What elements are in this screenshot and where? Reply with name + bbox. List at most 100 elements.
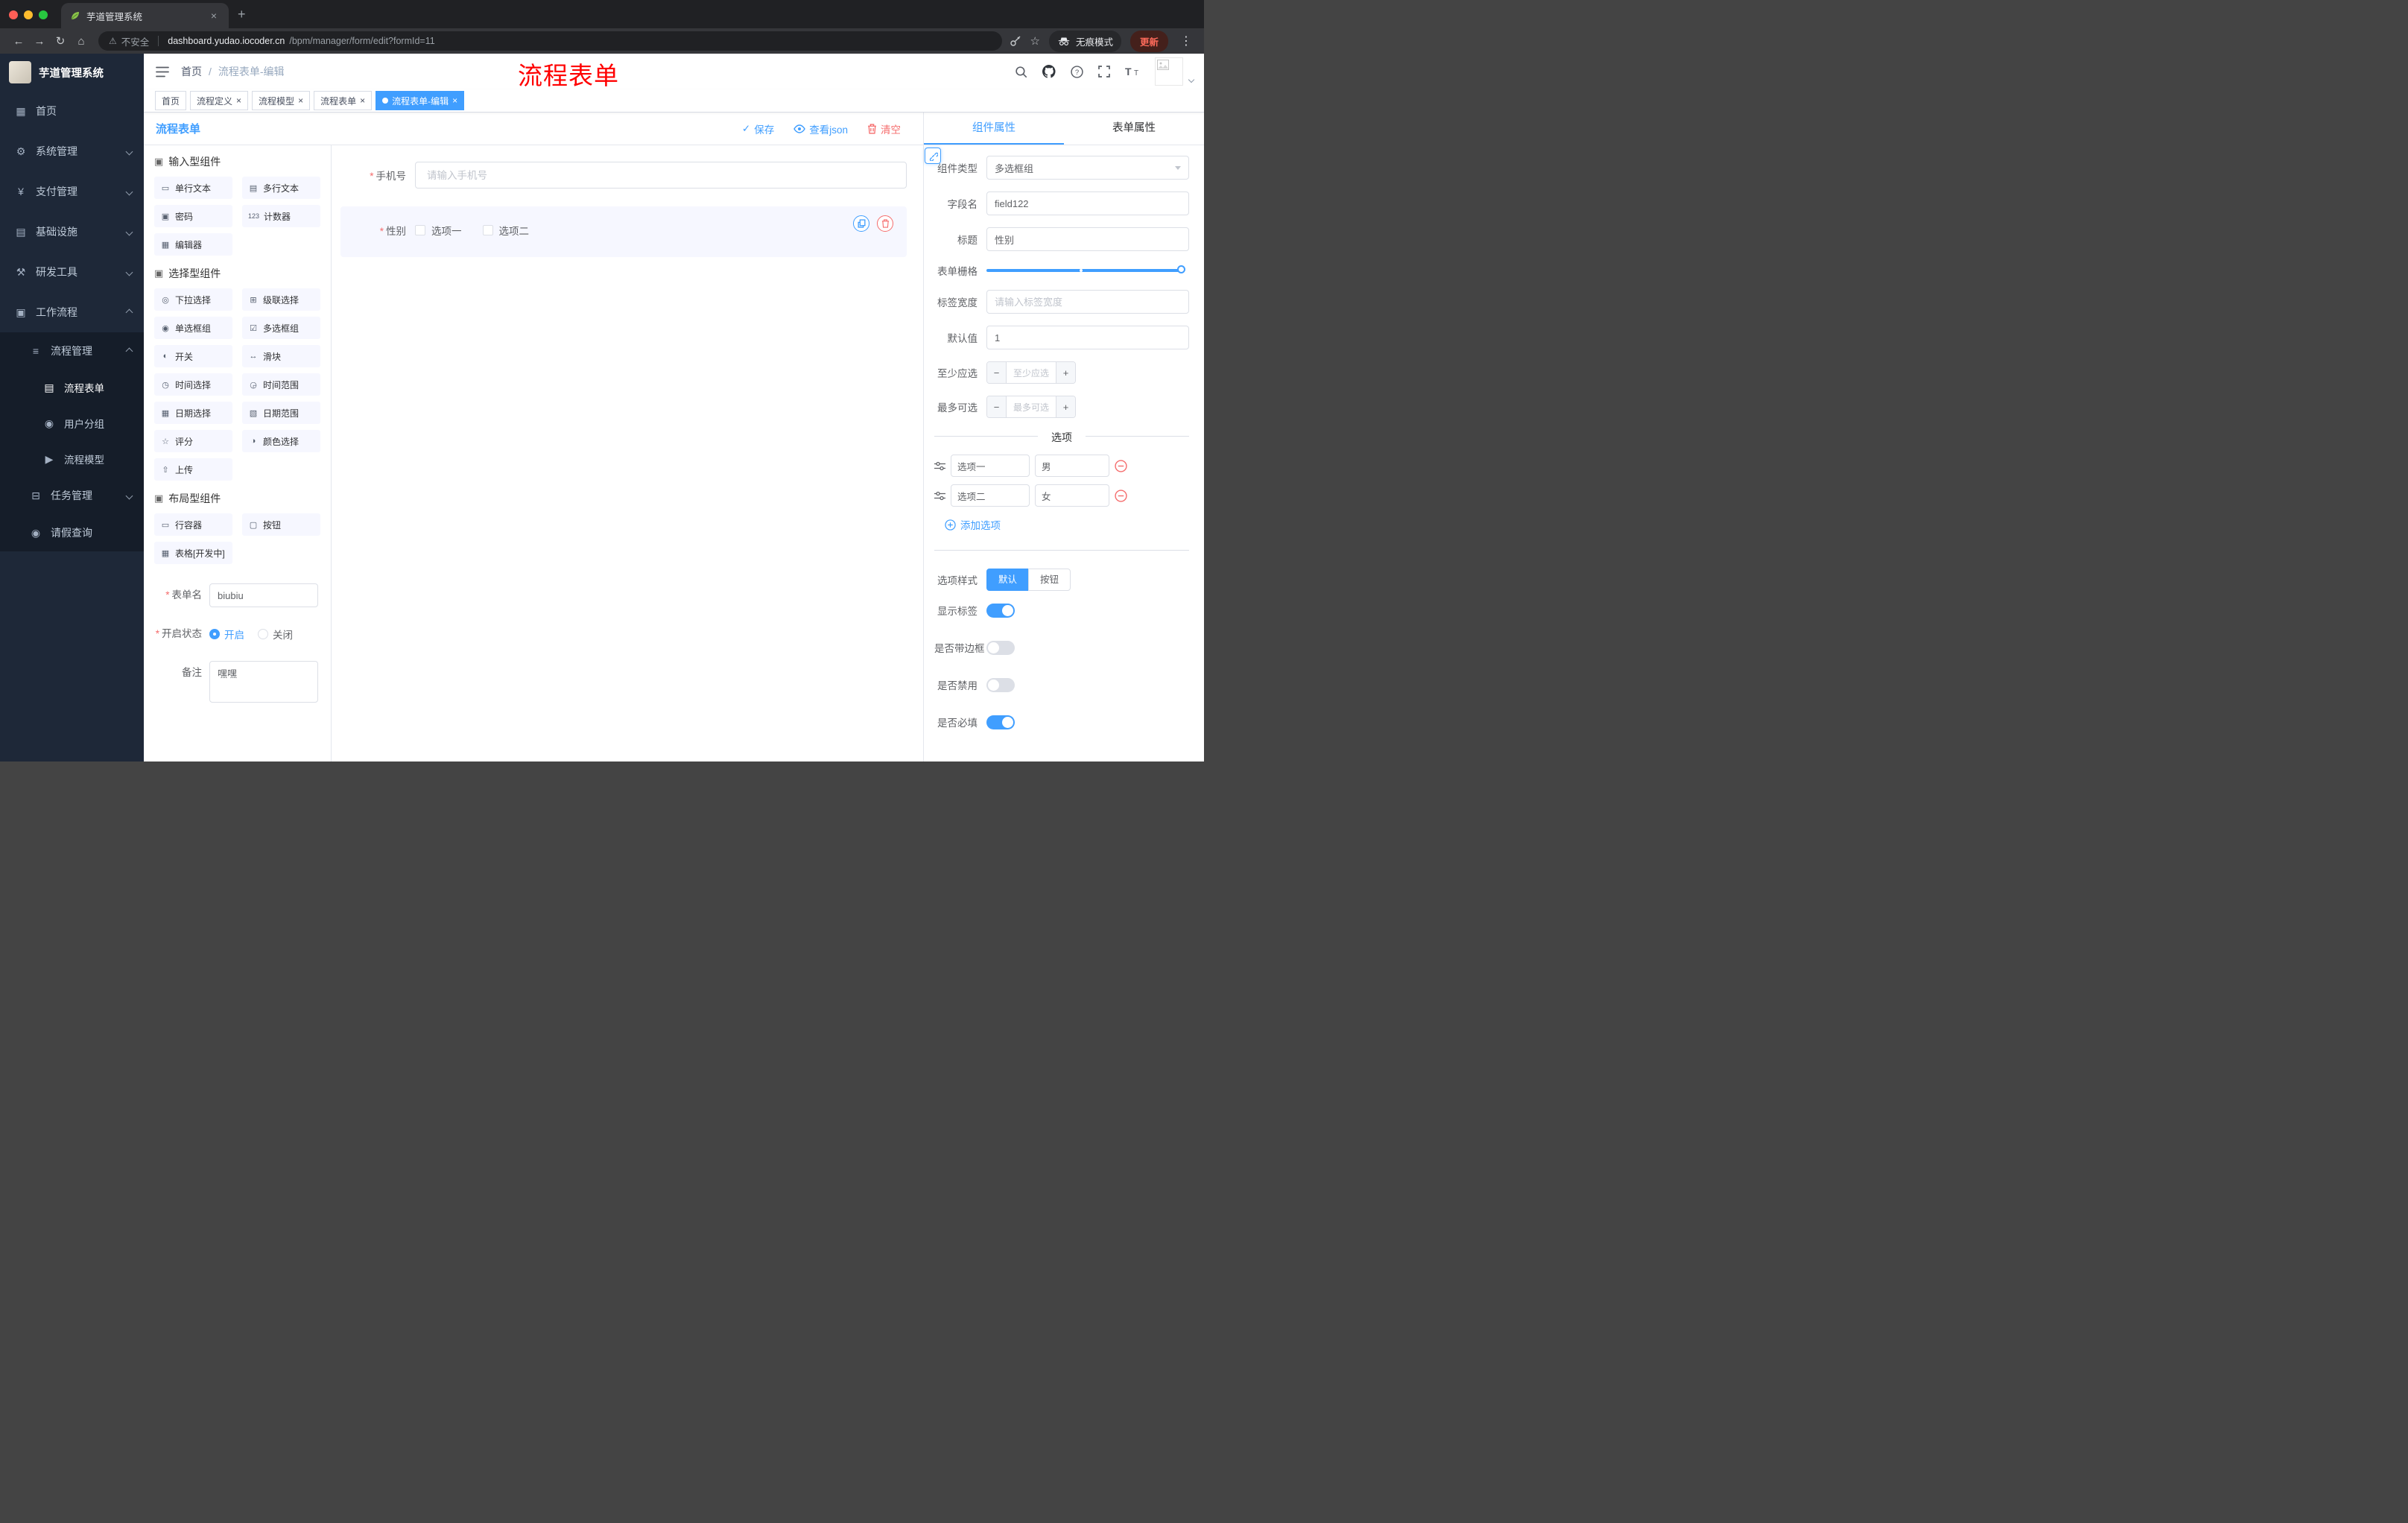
palette-item-time-picker[interactable]: ◷ 时间选择 (154, 373, 232, 396)
palette-item-color-picker[interactable]: ◑ 颜色选择 (242, 430, 320, 452)
palette-item-single-text[interactable]: ▭ 单行文本 (154, 177, 232, 199)
palette-item-textarea[interactable]: ▤ 多行文本 (242, 177, 320, 199)
slider-handle[interactable] (1177, 265, 1185, 273)
view-json-button[interactable]: 查看json (793, 121, 848, 136)
option-label-input[interactable] (951, 455, 1030, 477)
palette-item-cascader[interactable]: ⊞ 级联选择 (242, 288, 320, 311)
palette-item-password[interactable]: ▣ 密码 (154, 205, 232, 227)
sidebar-item-task-manage[interactable]: ⊟ 任务管理 (0, 477, 144, 514)
palette-item-counter[interactable]: 123 计数器 (242, 205, 320, 227)
tag-process-definition[interactable]: 流程定义 × (190, 91, 249, 110)
sidebar-item-system[interactable]: ⚙ 系统管理 (0, 131, 144, 171)
plus-icon[interactable]: + (1056, 362, 1075, 383)
min-select-value[interactable]: 至少应选 (1007, 362, 1056, 383)
delete-widget-button[interactable] (877, 215, 893, 232)
sidebar-item-home[interactable]: ▦ 首页 (0, 91, 144, 131)
minimize-window-button[interactable] (24, 10, 33, 19)
option-value-input[interactable] (1035, 484, 1109, 507)
bookmark-star-icon[interactable]: ☆ (1030, 34, 1040, 48)
search-icon[interactable] (1015, 66, 1027, 78)
component-type-select[interactable]: 多选框组 (986, 156, 1189, 180)
fullscreen-icon[interactable] (1098, 66, 1110, 77)
border-toggle[interactable] (986, 640, 1015, 655)
browser-menu-icon[interactable]: ⋮ (1177, 34, 1195, 48)
drag-handle-icon[interactable] (934, 461, 945, 471)
copy-widget-button[interactable] (853, 215, 869, 232)
sidebar-item-process-form[interactable]: ▤ 流程表单 (0, 370, 144, 405)
update-browser-button[interactable]: 更新 (1129, 30, 1168, 52)
disabled-toggle[interactable] (986, 677, 1015, 692)
add-option-button[interactable]: 添加选项 (945, 517, 1189, 532)
font-size-icon[interactable]: TT (1125, 66, 1140, 77)
sidebar-item-process-model[interactable]: ▶ 流程模型 (0, 441, 144, 477)
palette-item-date-range[interactable]: ▧ 日期范围 (242, 402, 320, 424)
plus-icon[interactable]: + (1056, 396, 1075, 417)
option-value-input[interactable] (1035, 455, 1109, 477)
tag-process-model[interactable]: 流程模型 × (252, 91, 311, 110)
tag-close-icon[interactable]: × (236, 95, 241, 106)
palette-item-table[interactable]: ▦ 表格[开发中] (154, 542, 232, 564)
tag-close-icon[interactable]: × (452, 95, 457, 106)
checkbox-option-1[interactable]: 选项一 (415, 223, 462, 238)
selected-widget-gender[interactable]: 性别 选项一 选项二 (340, 206, 907, 257)
palette-item-editor[interactable]: ▦ 编辑器 (154, 233, 232, 256)
tag-close-icon[interactable]: × (298, 95, 303, 106)
sidebar-item-infra[interactable]: ▤ 基础设施 (0, 212, 144, 252)
drag-handle-icon[interactable] (934, 491, 945, 501)
radio-disable[interactable]: 关闭 (258, 627, 293, 642)
remove-option-button[interactable] (1115, 489, 1127, 502)
help-icon[interactable]: ? (1071, 65, 1083, 78)
max-select-value[interactable]: 最多可选 (1007, 396, 1056, 417)
palette-item-radio-group[interactable]: ◉ 单选框组 (154, 317, 232, 339)
address-bar[interactable]: ⚠ 不安全 dashboard.yudao.iocoder.cn/bpm/man… (98, 31, 1002, 51)
palette-item-date-picker[interactable]: ▦ 日期选择 (154, 402, 232, 424)
github-icon[interactable] (1042, 65, 1056, 78)
title-input[interactable] (986, 227, 1189, 251)
sidebar-item-user-group[interactable]: ◉ 用户分组 (0, 405, 144, 441)
style-button-button[interactable]: 按钮 (1028, 569, 1071, 591)
save-button[interactable]: ✓ 保存 (742, 121, 774, 136)
palette-item-select[interactable]: ◎ 下拉选择 (154, 288, 232, 311)
form-remark-textarea[interactable]: 嘿嘿 (209, 661, 318, 703)
palette-item-switch[interactable]: ◐ 开关 (154, 345, 232, 367)
remove-option-button[interactable] (1115, 459, 1127, 472)
tag-home[interactable]: 首页 (155, 91, 187, 110)
sidebar-item-workflow[interactable]: ▣ 工作流程 (0, 292, 144, 332)
label-width-input[interactable] (986, 290, 1189, 314)
option-label-input[interactable] (951, 484, 1030, 507)
home-button[interactable]: ⌂ (72, 35, 91, 48)
avatar-chevron-icon[interactable] (1188, 76, 1195, 83)
palette-item-checkbox-group[interactable]: ☑ 多选框组 (242, 317, 320, 339)
tab-form-props[interactable]: 表单属性 (1064, 113, 1204, 145)
show-label-toggle[interactable] (986, 603, 1015, 618)
phone-input[interactable] (415, 162, 907, 189)
palette-item-slider[interactable]: ↔ 滑块 (242, 345, 320, 367)
required-toggle[interactable] (986, 715, 1015, 729)
minus-icon[interactable]: − (987, 396, 1007, 417)
tag-process-form-edit[interactable]: 流程表单-编辑 × (376, 91, 465, 110)
tag-process-form[interactable]: 流程表单 × (314, 91, 373, 110)
field-name-input[interactable] (986, 191, 1189, 215)
default-value-input[interactable] (986, 326, 1189, 349)
form-grid-slider[interactable] (986, 265, 1185, 273)
palette-item-time-range[interactable]: ◶ 时间范围 (242, 373, 320, 396)
tab-component-props[interactable]: 组件属性 (924, 113, 1064, 145)
new-tab-button[interactable]: + (229, 7, 246, 28)
sidebar-item-process-manage[interactable]: ≡ 流程管理 (0, 332, 144, 370)
sidebar-item-leave-query[interactable]: ◉ 请假查询 (0, 514, 144, 551)
sidebar-item-payment[interactable]: ¥ 支付管理 (0, 171, 144, 212)
palette-item-rate[interactable]: ☆ 评分 (154, 430, 232, 452)
browser-tab[interactable]: 芋道管理系统 × (61, 3, 229, 28)
sidebar-item-devtools[interactable]: ⚒ 研发工具 (0, 252, 144, 292)
minus-icon[interactable]: − (987, 362, 1007, 383)
back-button[interactable]: ← (9, 35, 28, 48)
radio-enable[interactable]: 开启 (209, 627, 244, 642)
clear-button[interactable]: 清空 (867, 121, 901, 136)
tab-close-icon[interactable]: × (208, 10, 220, 22)
password-key-icon[interactable] (1010, 35, 1021, 47)
style-default-button[interactable]: 默认 (986, 569, 1030, 591)
reload-button[interactable]: ↻ (51, 34, 70, 48)
checkbox-option-2[interactable]: 选项二 (482, 223, 529, 238)
form-name-input[interactable] (209, 583, 318, 607)
link-badge[interactable] (925, 148, 941, 164)
